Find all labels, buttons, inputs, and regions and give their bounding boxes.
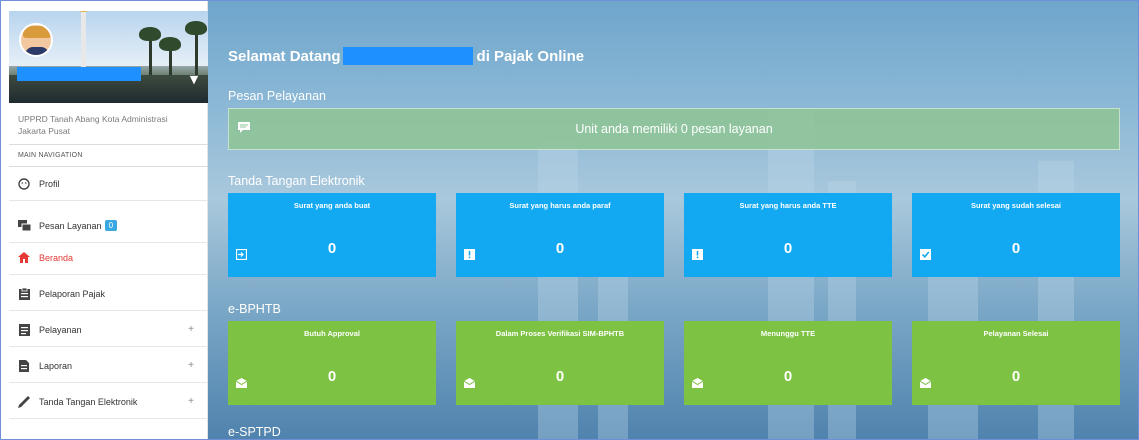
card-value: 0	[783, 240, 793, 257]
sidebar: ▼ UPPRD Tanah Abang Kota Administrasi Ja…	[1, 1, 208, 439]
expand-icon[interactable]: +	[188, 360, 194, 371]
sidebar-item-label: Pesan Layanan	[39, 220, 102, 231]
page-title: Selamat Datang di Pajak Online	[228, 47, 584, 65]
profile-banner: ▼	[9, 11, 208, 103]
title-prefix: Selamat Datang	[228, 47, 341, 65]
sidebar-item-pelaporan-pajak[interactable]: Pelaporan Pajak	[9, 277, 208, 311]
card-label: Surat yang anda buat	[293, 201, 371, 210]
sidebar-item-label: Laporan	[39, 360, 73, 371]
chat-icon	[9, 219, 39, 232]
app-frame: ▼ UPPRD Tanah Abang Kota Administrasi Ja…	[0, 0, 1139, 440]
expand-icon[interactable]: +	[188, 324, 194, 335]
sidebar-item-profil[interactable]: Profil	[9, 167, 208, 201]
avatar-hair	[23, 26, 51, 38]
message-bar[interactable]: Unit anda memiliki 0 pesan layanan	[228, 108, 1120, 150]
home-icon	[9, 252, 39, 263]
sidebar-item-pelayanan[interactable]: Pelayanan +	[9, 313, 208, 347]
nav-header: MAIN NAVIGATION	[18, 152, 83, 159]
sidebar-item-label: Pelaporan Pajak	[39, 288, 106, 299]
sidebar-item-beranda[interactable]: Beranda	[9, 241, 208, 275]
sidebar-item-pesan-layanan[interactable]: Pesan Layanan 0	[9, 209, 208, 243]
card-butuh-approval[interactable]: Butuh Approval 0	[228, 321, 436, 405]
section-title-bphtb: e-BPHTB	[228, 302, 281, 316]
card-label: Surat yang harus anda paraf	[509, 201, 611, 210]
section-title-tte: Tanda Tangan Elektronik	[228, 174, 365, 188]
file-icon	[9, 359, 39, 372]
card-label: Surat yang sudah selesai	[970, 201, 1062, 210]
card-surat-dibuat[interactable]: Surat yang anda buat 0	[228, 193, 436, 277]
card-value: 0	[783, 368, 793, 385]
title-suffix: di Pajak Online	[476, 47, 585, 65]
pen-icon	[9, 395, 39, 408]
card-value: 0	[555, 240, 565, 257]
avatar[interactable]	[19, 23, 53, 57]
card-label: Surat yang harus anda TTE	[739, 201, 837, 210]
card-label: Butuh Approval	[304, 329, 360, 338]
user-name-redacted	[17, 67, 141, 81]
card-label: Menunggu TTE	[760, 329, 816, 338]
card-value: 0	[1011, 240, 1021, 257]
card-value: 0	[555, 368, 565, 385]
divider	[9, 144, 208, 145]
org-line-2: Jakarta Pusat	[18, 126, 70, 136]
user-name-redacted	[342, 47, 473, 65]
card-surat-selesai[interactable]: Surat yang sudah selesai 0	[912, 193, 1120, 277]
sidebar-item-label: Beranda	[39, 252, 74, 263]
chat-icon	[238, 122, 250, 136]
section-title-sptpd: e-SPTPD	[228, 425, 281, 439]
sidebar-item-label: Pelayanan	[39, 324, 82, 335]
card-value: 0	[327, 368, 337, 385]
document-icon	[9, 323, 39, 336]
card-label: Dalam Proses Verifikasi SIM-BPHTB	[495, 329, 625, 338]
card-proses-verifikasi[interactable]: Dalam Proses Verifikasi SIM-BPHTB 0	[456, 321, 664, 405]
sidebar-item-laporan[interactable]: Laporan +	[9, 349, 208, 383]
section-title-pesan: Pesan Pelayanan	[228, 89, 326, 103]
sidebar-item-tanda-tangan-elektronik[interactable]: Tanda Tangan Elektronik +	[9, 385, 208, 419]
card-surat-paraf[interactable]: Surat yang harus anda paraf 0	[456, 193, 664, 277]
chevron-down-icon[interactable]: ▼	[185, 71, 203, 89]
sidebar-item-label: Profil	[39, 178, 60, 189]
message-count-badge: 0	[104, 220, 118, 231]
org-line-1: UPPRD Tanah Abang Kota Administrasi	[18, 114, 168, 124]
card-pelayanan-selesai[interactable]: Pelayanan Selesai 0	[912, 321, 1120, 405]
organization-name: UPPRD Tanah Abang Kota Administrasi Jaka…	[18, 113, 202, 137]
card-menunggu-tte[interactable]: Menunggu TTE 0	[684, 321, 892, 405]
main-content: Selamat Datang di Pajak Online Pesan Pel…	[208, 1, 1138, 439]
message-text: Unit anda memiliki 0 pesan layanan	[575, 122, 773, 136]
report-icon	[9, 287, 39, 300]
profile-icon	[9, 177, 39, 190]
card-label: Pelayanan Selesai	[983, 329, 1049, 338]
sidebar-item-label: Tanda Tangan Elektronik	[39, 396, 138, 407]
card-surat-tte[interactable]: Surat yang harus anda TTE 0	[684, 193, 892, 277]
card-value: 0	[1011, 368, 1021, 385]
expand-icon[interactable]: +	[188, 396, 194, 407]
card-value: 0	[327, 240, 337, 257]
